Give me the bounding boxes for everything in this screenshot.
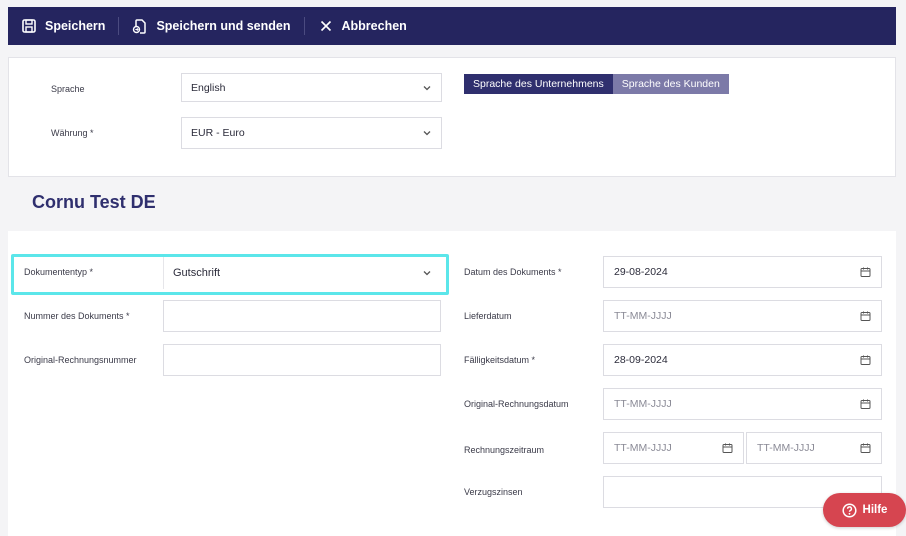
delivery-date-label: Lieferdatum bbox=[464, 311, 512, 321]
billing-period-from-placeholder: TT-MM-JJJJ bbox=[614, 442, 672, 454]
due-date-label: Fälligkeitsdatum * bbox=[464, 355, 536, 365]
cancel-button[interactable]: Abbrechen bbox=[305, 7, 420, 45]
calendar-icon[interactable] bbox=[860, 443, 871, 454]
save-and-send-button[interactable]: Speichern und senden bbox=[119, 7, 303, 45]
question-mark-icon bbox=[841, 502, 857, 518]
billing-period-from-input[interactable]: TT-MM-JJJJ bbox=[603, 432, 744, 464]
save-and-send-label: Speichern und senden bbox=[156, 19, 291, 33]
chevron-down-icon bbox=[422, 128, 432, 138]
document-date-input[interactable]: 29-08-2024 bbox=[603, 256, 882, 288]
billing-period-to-placeholder: TT-MM-JJJJ bbox=[757, 442, 815, 454]
document-form-panel: Dokumententyp * Gutschrift Nummer des Do… bbox=[8, 231, 896, 536]
help-label: Hilfe bbox=[862, 504, 888, 516]
close-icon bbox=[318, 18, 334, 34]
currency-select[interactable]: EUR - Euro bbox=[181, 117, 442, 149]
calendar-icon[interactable] bbox=[722, 443, 733, 454]
save-label: Speichern bbox=[45, 19, 106, 33]
customer-language-option[interactable]: Sprache des Kunden bbox=[612, 74, 729, 94]
document-number-label: Nummer des Dokuments * bbox=[24, 311, 130, 321]
help-button[interactable]: Hilfe bbox=[823, 493, 906, 527]
language-value: English bbox=[191, 81, 226, 94]
original-invoice-date-label: Original-Rechnungsdatum bbox=[464, 399, 569, 409]
currency-value: EUR - Euro bbox=[191, 127, 245, 139]
due-date-input[interactable]: 28-09-2024 bbox=[603, 344, 882, 376]
document-date-label: Datum des Dokuments * bbox=[464, 267, 562, 277]
save-button[interactable]: Speichern bbox=[8, 7, 118, 45]
document-date-value: 29-08-2024 bbox=[614, 266, 668, 278]
calendar-icon[interactable] bbox=[860, 267, 871, 278]
original-invoice-number-label: Original-Rechnungsnummer bbox=[24, 355, 137, 365]
chevron-down-icon bbox=[422, 83, 432, 93]
language-source-toggle: Sprache des Unternehmens Sprache des Kun… bbox=[464, 74, 729, 94]
original-invoice-date-input[interactable]: TT-MM-JJJJ bbox=[603, 388, 882, 420]
due-date-value: 28-09-2024 bbox=[614, 354, 668, 366]
original-invoice-number-input[interactable] bbox=[163, 344, 441, 376]
calendar-icon[interactable] bbox=[860, 355, 871, 366]
calendar-icon[interactable] bbox=[860, 399, 871, 410]
delivery-date-placeholder: TT-MM-JJJJ bbox=[614, 310, 672, 322]
original-invoice-date-placeholder: TT-MM-JJJJ bbox=[614, 398, 672, 410]
language-select[interactable]: English bbox=[181, 73, 442, 102]
billing-period-to-input[interactable]: TT-MM-JJJJ bbox=[746, 432, 882, 464]
document-type-value: Gutschrift bbox=[173, 267, 221, 279]
late-interest-label: Verzugszinsen bbox=[464, 487, 523, 497]
action-toolbar: Speichern Speichern und senden Abbrechen bbox=[8, 7, 896, 45]
floppy-disk-icon bbox=[21, 18, 37, 34]
company-title: Cornu Test DE bbox=[32, 192, 156, 212]
document-send-icon bbox=[132, 18, 148, 34]
calendar-icon[interactable] bbox=[860, 311, 871, 322]
billing-period-label: Rechnungszeitraum bbox=[464, 445, 545, 455]
chevron-down-icon bbox=[422, 268, 432, 278]
document-type-label: Dokumententyp * bbox=[24, 267, 94, 277]
company-language-option[interactable]: Sprache des Unternehmens bbox=[464, 74, 613, 94]
document-type-select[interactable]: Gutschrift bbox=[163, 257, 441, 289]
currency-label: Währung * bbox=[51, 128, 94, 138]
language-label: Sprache bbox=[51, 84, 85, 94]
cancel-label: Abbrechen bbox=[341, 19, 407, 33]
delivery-date-input[interactable]: TT-MM-JJJJ bbox=[603, 300, 882, 332]
document-number-input[interactable] bbox=[163, 300, 441, 332]
language-currency-panel: Sprache English Währung * EUR - Euro Spr… bbox=[8, 57, 896, 177]
